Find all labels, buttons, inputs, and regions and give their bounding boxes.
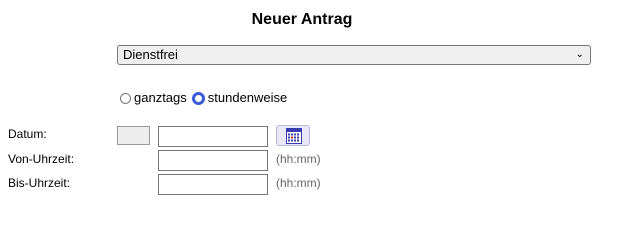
date-label: Datum: xyxy=(8,127,47,141)
calendar-icon xyxy=(286,128,302,144)
chevron-down-icon: ⌄ xyxy=(575,49,584,60)
to-time-hint: (hh:mm) xyxy=(276,176,321,190)
radio-stundenweise-label[interactable]: stundenweise xyxy=(208,90,288,105)
from-time-label: Von-Uhrzeit: xyxy=(8,152,75,166)
new-request-form: Neuer Antrag Dienstfrei ⌄ ganztags stunde… xyxy=(0,0,624,202)
calendar-button[interactable] xyxy=(276,125,310,146)
to-time-input[interactable] xyxy=(158,174,268,195)
radio-ganztags[interactable] xyxy=(120,93,131,104)
from-time-hint: (hh:mm) xyxy=(276,152,321,166)
to-time-label: Bis-Uhrzeit: xyxy=(8,176,71,190)
from-time-input[interactable] xyxy=(158,150,268,171)
date-prefix-box xyxy=(117,126,150,145)
radio-stundenweise[interactable] xyxy=(191,92,205,105)
page-title: Neuer Antrag xyxy=(251,11,353,28)
request-type-selected: Dienstfrei xyxy=(123,47,178,62)
radio-ganztags-label[interactable]: ganztags xyxy=(134,90,187,105)
request-type-select[interactable]: Dienstfrei ⌄ xyxy=(117,45,591,65)
mode-radio-group: ganztags stundenweise xyxy=(120,89,292,107)
date-input[interactable] xyxy=(158,126,268,147)
